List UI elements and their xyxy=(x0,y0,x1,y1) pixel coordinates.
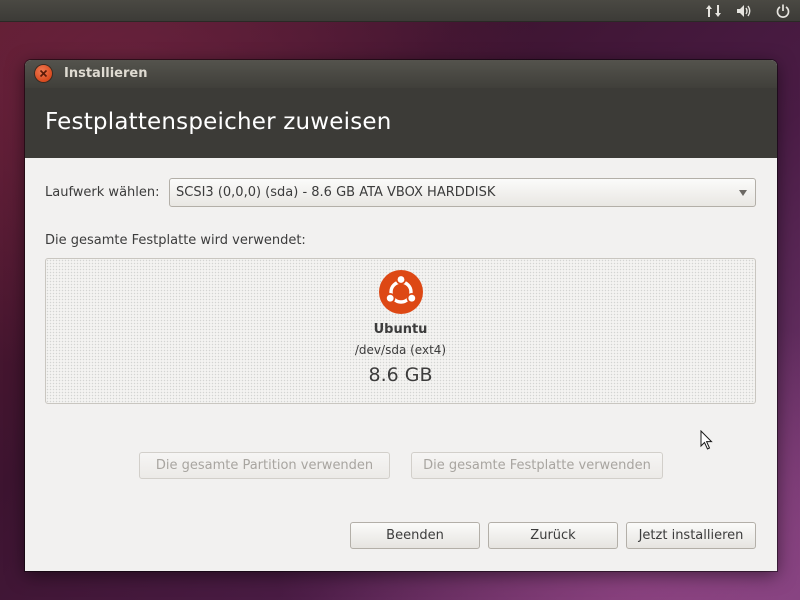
top-panel xyxy=(0,0,800,22)
mouse-cursor-icon xyxy=(700,430,713,450)
partition-size: 8.6 GB xyxy=(368,364,433,386)
disk-visualization: Ubuntu /dev/sda (ext4) 8.6 GB xyxy=(45,258,756,404)
window-title: Installieren xyxy=(64,66,148,81)
drive-select-value: SCSI3 (0,0,0) (sda) - 8.6 GB ATA VBOX HA… xyxy=(176,185,496,200)
partition-device: /dev/sda (ext4) xyxy=(354,343,447,357)
close-icon xyxy=(39,69,48,78)
ubuntu-logo-icon xyxy=(379,270,423,314)
network-arrows-icon[interactable] xyxy=(703,0,725,22)
drive-select[interactable]: SCSI3 (0,0,0) (sda) - 8.6 GB ATA VBOX HA… xyxy=(169,178,756,207)
power-icon[interactable] xyxy=(772,0,794,22)
disk-caption: Die gesamte Festplatte wird verwendet: xyxy=(45,233,306,248)
page-title: Festplattenspeicher zuweisen xyxy=(45,109,392,135)
volume-icon[interactable] xyxy=(734,0,756,22)
chevron-down-icon xyxy=(739,190,747,196)
use-entire-partition-button[interactable]: Die gesamte Partition verwenden xyxy=(139,452,390,479)
header-band: Festplattenspeicher zuweisen xyxy=(25,88,777,158)
installer-window: Installieren Festplattenspeicher zuweise… xyxy=(25,60,777,571)
quit-button[interactable]: Beenden xyxy=(350,522,480,549)
partition-name: Ubuntu xyxy=(373,322,428,337)
back-button[interactable]: Zurück xyxy=(488,522,618,549)
window-titlebar[interactable]: Installieren xyxy=(25,60,777,88)
install-now-button[interactable]: Jetzt installieren xyxy=(626,522,756,549)
close-button[interactable] xyxy=(35,65,52,82)
use-entire-disk-button[interactable]: Die gesamte Festplatte verwenden xyxy=(411,452,663,479)
drive-label: Laufwerk wählen: xyxy=(45,185,160,200)
